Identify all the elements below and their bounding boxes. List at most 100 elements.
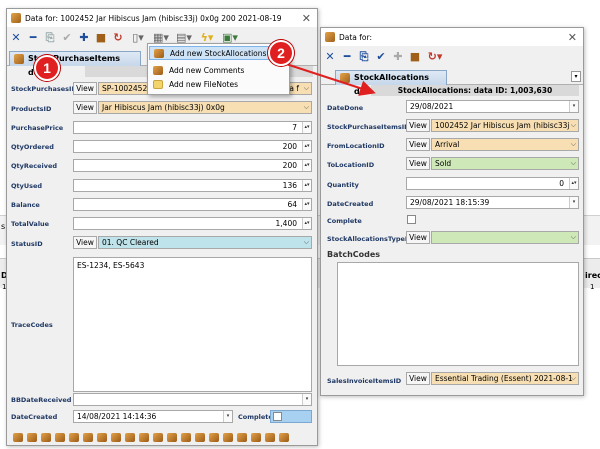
- view-button[interactable]: View: [406, 138, 430, 151]
- bb-date-received-field[interactable]: ▾: [73, 393, 312, 406]
- menu-item-add-filenotes[interactable]: Add new FileNotes: [149, 78, 288, 92]
- spinner-icon[interactable]: ▴▾: [302, 141, 311, 152]
- menu-item-label: Add new FileNotes: [169, 80, 239, 89]
- date-created-field[interactable]: 14/08/2021 14:14:36 ▾: [73, 410, 233, 423]
- stock-purchase-items-id-combo[interactable]: 1002452 Jar Hibiscus Jam (hibisc33j ⌵: [431, 119, 579, 132]
- toolbar: ✕ ━ ⎘ ✔ ✚ ■ ↻▾: [321, 47, 583, 67]
- box-icon: [340, 73, 350, 83]
- view-button[interactable]: View: [406, 372, 430, 385]
- view-button[interactable]: View: [406, 119, 430, 132]
- copy-icon[interactable]: ⎘: [358, 51, 370, 63]
- box-icon[interactable]: ■: [409, 51, 421, 63]
- refresh-icon[interactable]: ↻: [112, 32, 124, 44]
- chevron-down-icon[interactable]: ⌵: [304, 83, 309, 94]
- qty-used-field[interactable]: 136 ▴▾: [73, 179, 312, 192]
- products-id-combo[interactable]: Jar Hibiscus Jam (hibisc33j) 0x0g ⌵: [98, 101, 312, 114]
- chevron-down-icon[interactable]: ⌵: [571, 232, 576, 243]
- background-fragment: irectc: [585, 271, 600, 280]
- menu-item-add-comments[interactable]: Add new Comments: [149, 64, 288, 78]
- quantity-field[interactable]: 0 ▴▾: [406, 177, 579, 190]
- box-icon[interactable]: [251, 433, 261, 442]
- box-icon[interactable]: [55, 433, 65, 442]
- qty-ordered-field[interactable]: 200 ▴▾: [73, 140, 312, 153]
- close-icon[interactable]: ✕: [568, 31, 577, 44]
- view-button[interactable]: View: [406, 157, 430, 170]
- combo-value-suffix: a f: [289, 84, 299, 93]
- box-icon[interactable]: [41, 433, 51, 442]
- add-icon[interactable]: ✚: [392, 51, 404, 63]
- date-created-field[interactable]: 29/08/2021 18:15:39 ▾: [406, 196, 579, 209]
- box-icon[interactable]: [181, 433, 191, 442]
- chevron-down-icon[interactable]: ▾: [223, 411, 232, 422]
- box-icon[interactable]: [69, 433, 79, 442]
- copy-icon[interactable]: ⎘: [44, 32, 56, 44]
- chevron-down-icon[interactable]: ⌵: [304, 237, 309, 248]
- tab-strip: StockAllocations data ▾: [321, 70, 583, 96]
- minus-icon[interactable]: ━: [27, 32, 39, 44]
- delete-icon[interactable]: ✕: [324, 51, 336, 63]
- balance-field[interactable]: 64 ▴▾: [73, 198, 312, 211]
- box-icon[interactable]: [27, 433, 37, 442]
- spinner-icon[interactable]: ▴▾: [569, 178, 578, 189]
- box-icon[interactable]: [237, 433, 247, 442]
- tab-stock-allocations[interactable]: StockAllocations data: [335, 70, 447, 96]
- check-icon[interactable]: ✔: [61, 32, 73, 44]
- spinner-icon[interactable]: ▴▾: [302, 122, 311, 133]
- chevron-down-icon[interactable]: ⌵: [571, 373, 576, 384]
- box-icon[interactable]: [153, 433, 163, 442]
- box-icon[interactable]: [13, 433, 23, 442]
- box-icon[interactable]: [83, 433, 93, 442]
- chevron-down-icon[interactable]: ⌵: [304, 102, 309, 113]
- total-value-field[interactable]: 1,400 ▴▾: [73, 217, 312, 230]
- check-icon[interactable]: ✔: [375, 51, 387, 63]
- refresh-icon[interactable]: ↻▾: [426, 51, 444, 63]
- qty-received-field[interactable]: 200 ▴▾: [73, 159, 312, 172]
- to-location-id-combo[interactable]: Sold ⌵: [431, 157, 579, 170]
- box-icon[interactable]: [139, 433, 149, 442]
- box-icon[interactable]: [97, 433, 107, 442]
- chevron-down-icon[interactable]: ⌵: [571, 139, 576, 150]
- box-icon[interactable]: [125, 433, 135, 442]
- batch-codes-memo[interactable]: [337, 262, 579, 366]
- window-title: Data for: 1002452 Jar Hibiscus Jam (hibi…: [25, 13, 282, 23]
- view-button[interactable]: View: [73, 101, 97, 114]
- purchase-price-field[interactable]: 7 ▴▾: [73, 121, 312, 134]
- section-header: StockAllocations: data ID: 1,003,630: [371, 85, 579, 96]
- complete-checkbox-container[interactable]: [270, 410, 312, 423]
- tab-stock-purchase-items[interactable]: StockPurchaseItems data: [9, 51, 141, 77]
- complete-checkbox[interactable]: [407, 215, 416, 224]
- box-icon[interactable]: [111, 433, 121, 442]
- view-button[interactable]: View: [73, 236, 97, 249]
- box-icon[interactable]: ■: [95, 32, 107, 44]
- new-document-icon[interactable]: ▯▾: [129, 32, 147, 44]
- view-button[interactable]: View: [406, 231, 430, 244]
- trace-codes-memo[interactable]: ES-1234, ES-5643: [73, 257, 312, 392]
- box-icon[interactable]: [167, 433, 177, 442]
- chevron-down-icon[interactable]: ▾: [571, 71, 581, 82]
- spinner-icon[interactable]: ▴▾: [302, 218, 311, 229]
- minus-icon[interactable]: ━: [341, 51, 353, 63]
- box-icon[interactable]: [279, 433, 289, 442]
- spinner-icon[interactable]: ▴▾: [302, 160, 311, 171]
- chevron-down-icon[interactable]: ▾: [569, 197, 578, 208]
- box-icon[interactable]: [209, 433, 219, 442]
- date-done-field[interactable]: 29/08/2021 ▾: [406, 100, 579, 113]
- add-icon[interactable]: ✚: [78, 32, 90, 44]
- from-location-id-combo[interactable]: Arrival ⌵: [431, 138, 579, 151]
- box-icon[interactable]: [223, 433, 233, 442]
- chevron-down-icon[interactable]: ⌵: [571, 120, 576, 131]
- spinner-icon[interactable]: ▴▾: [302, 180, 311, 191]
- chevron-down-icon[interactable]: ▾: [569, 101, 578, 112]
- close-icon[interactable]: ✕: [302, 12, 311, 25]
- chevron-down-icon[interactable]: ⌵: [571, 158, 576, 169]
- box-icon[interactable]: [195, 433, 205, 442]
- sales-invoice-items-id-combo[interactable]: Essential Trading (Essent) 2021-08-1 ⌵: [431, 372, 579, 385]
- status-id-combo[interactable]: 01. QC Cleared ⌵: [98, 236, 312, 249]
- view-button[interactable]: View: [73, 82, 97, 95]
- spinner-icon[interactable]: ▴▾: [302, 199, 311, 210]
- box-icon[interactable]: [265, 433, 275, 442]
- chevron-down-icon[interactable]: ▾: [302, 394, 311, 405]
- stock-allocations-type-id-combo[interactable]: ⌵: [431, 231, 579, 244]
- complete-checkbox[interactable]: [273, 412, 282, 421]
- delete-icon[interactable]: ✕: [10, 32, 22, 44]
